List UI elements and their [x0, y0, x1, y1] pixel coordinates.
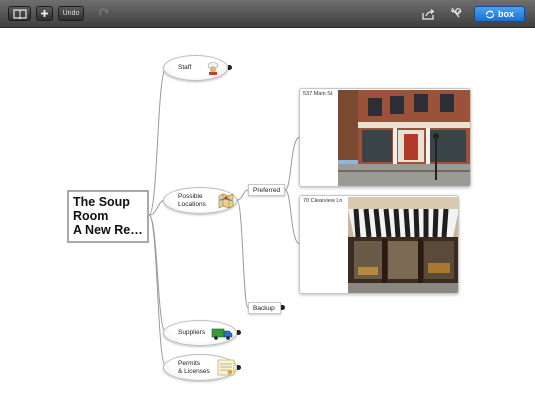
truck-icon — [211, 328, 233, 340]
topic-preferred[interactable]: Preferred — [248, 184, 285, 196]
root-title-line: Room — [73, 209, 109, 223]
storefront-photo — [348, 197, 458, 293]
map-icon — [218, 193, 234, 209]
topic-label: Staff — [178, 64, 192, 72]
location-address: 70 Clearview Ln — [303, 198, 343, 204]
root-title-line: The Soup — [73, 195, 130, 209]
storefront-photo — [338, 90, 470, 186]
topic-suppliers[interactable]: Suppliers — [163, 320, 237, 346]
location-address: 537 Main St — [303, 91, 333, 97]
topic-label: Permits — [178, 360, 201, 367]
topic-staff[interactable]: Staff — [163, 55, 228, 81]
topic-permits-licenses[interactable]: Permits & Licenses — [163, 354, 237, 381]
root-title-line: A New Re… — [73, 223, 143, 237]
topic-possible-locations[interactable]: Possible Locations — [163, 187, 237, 214]
location-card-clearview-ln[interactable]: 70 Clearview Ln — [299, 195, 459, 294]
chef-icon — [207, 62, 219, 75]
topic-label: Locations — [178, 200, 206, 208]
root-topic[interactable]: The Soup Room A New Re… — [67, 190, 149, 243]
topic-label: Backup — [253, 304, 275, 312]
topic-label: Possible — [178, 193, 203, 200]
location-card-main-st[interactable]: 537 Main St — [299, 88, 471, 187]
topic-label: Preferred — [253, 186, 281, 194]
document-icon — [217, 359, 235, 376]
topic-label: Suppliers — [178, 329, 206, 337]
topic-label: & Licenses — [178, 367, 210, 375]
topic-backup[interactable]: Backup — [248, 302, 281, 314]
